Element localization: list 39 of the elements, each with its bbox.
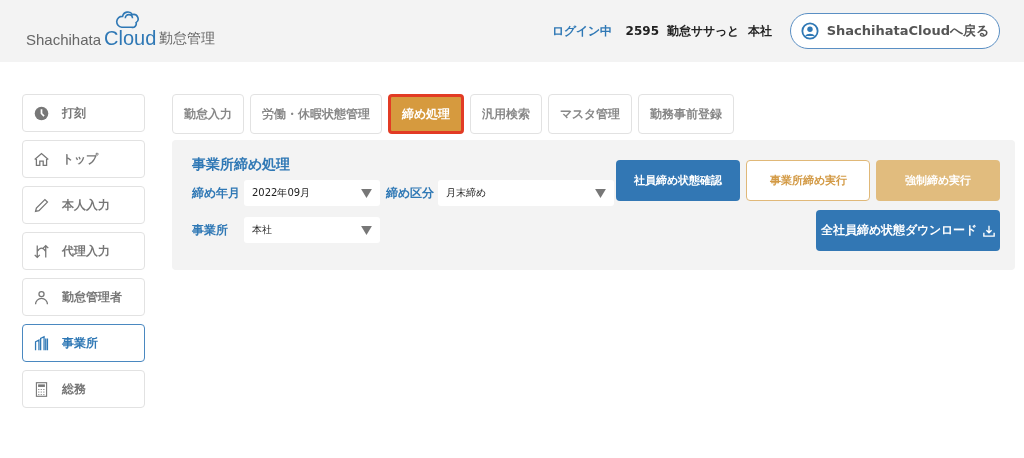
tab[interactable]: マスタ管理 bbox=[548, 94, 632, 134]
sidebar-item[interactable]: 総務 bbox=[22, 370, 145, 408]
action-button[interactable]: 社員締め状態確認 bbox=[616, 160, 740, 201]
download-icon bbox=[983, 224, 995, 237]
calculator-icon bbox=[33, 380, 50, 398]
sidebar-item[interactable]: 事業所 bbox=[22, 324, 145, 362]
sidebar-item[interactable]: トップ bbox=[22, 140, 145, 178]
sidebar-item[interactable]: 本人入力 bbox=[22, 186, 145, 224]
app-logo: Shachihata Cloud 勤怠管理 bbox=[26, 10, 216, 48]
action-button[interactable]: 全社員締め状態ダウンロード bbox=[816, 210, 1000, 251]
sidebar-item[interactable]: 打刻 bbox=[22, 94, 145, 132]
tab[interactable]: 汎用検索 bbox=[470, 94, 542, 134]
user-info: 2595 勤怠ササっと 本社 bbox=[625, 22, 772, 40]
tab[interactable]: 労働・休暇状態管理 bbox=[250, 94, 382, 134]
field-label: 締め区分 bbox=[386, 184, 434, 202]
select-field[interactable]: 2022年09月 bbox=[244, 180, 380, 206]
tab[interactable]: 勤務事前登録 bbox=[638, 94, 734, 134]
arrows-icon bbox=[33, 242, 50, 260]
person-icon bbox=[33, 288, 50, 306]
login-status: ログイン中 bbox=[551, 22, 612, 40]
select-field[interactable]: 本社 bbox=[244, 217, 380, 243]
caret-icon bbox=[361, 188, 372, 198]
sidebar-item[interactable]: 勤怠管理者 bbox=[22, 278, 145, 316]
building-icon bbox=[33, 334, 50, 352]
caret-icon bbox=[361, 225, 372, 235]
sidebar-item[interactable]: 代理入力 bbox=[22, 232, 145, 270]
select-field[interactable]: 月末締め bbox=[438, 180, 614, 206]
tab[interactable]: 締め処理 bbox=[388, 94, 464, 134]
section-title: 事業所締め処理 bbox=[192, 156, 291, 174]
field-label: 事業所 bbox=[192, 221, 229, 239]
clock-icon bbox=[33, 104, 50, 122]
caret-icon bbox=[595, 188, 606, 198]
pencil-icon bbox=[33, 196, 50, 214]
home-icon bbox=[33, 150, 50, 168]
back-button[interactable]: ShachihataCloudへ戻る bbox=[789, 13, 1000, 49]
tab[interactable]: 勤怠入力 bbox=[172, 94, 244, 134]
field-label: 締め年月 bbox=[192, 184, 240, 202]
user-icon bbox=[800, 22, 819, 40]
action-button[interactable]: 事業所締め実行 bbox=[746, 160, 870, 201]
